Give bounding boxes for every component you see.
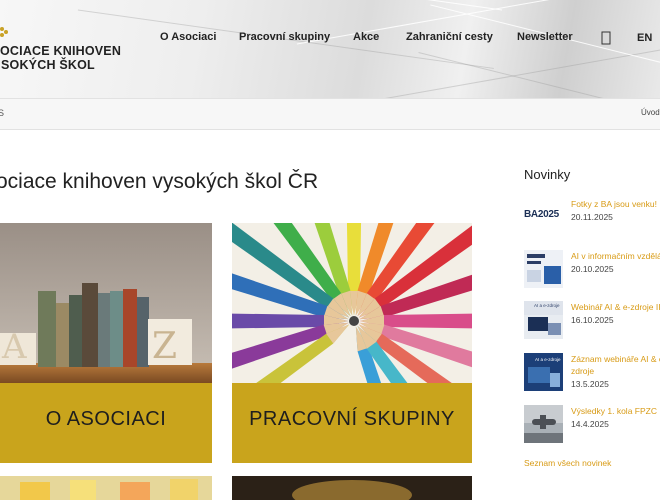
news-title[interactable]: Výsledky 1. kola FPZC bbox=[571, 405, 660, 417]
site-header: OCIACE KNIHOVEN SOKÝCH ŠKOL O Asociaci P… bbox=[0, 0, 660, 98]
tile-label-pracovni-skupiny: PRACOVNÍ SKUPINY bbox=[249, 408, 455, 430]
news-title[interactable]: Záznam webináře AI & e- bbox=[571, 353, 660, 365]
news-date: 13.5.2025 bbox=[571, 379, 609, 389]
news-thumb-ai-education bbox=[524, 250, 563, 288]
tile-partial-bottom-right[interactable] bbox=[232, 476, 472, 500]
news-title[interactable]: Fotky z BA jsou venku! bbox=[571, 198, 660, 210]
news-heading: Novinky bbox=[524, 167, 571, 182]
news-date: 14.4.2025 bbox=[571, 419, 609, 429]
news-item[interactable]: Výsledky 1. kola FPZC 14.4.2025 bbox=[524, 405, 660, 445]
nav-item-pracovni-skupiny[interactable]: Pracovní skupiny bbox=[239, 31, 330, 43]
site-logo[interactable]: OCIACE KNIHOVEN SOKÝCH ŠKOL bbox=[0, 44, 121, 72]
news-item[interactable]: AI a e-zdroje Webinář AI & e-zdroje III … bbox=[524, 301, 660, 341]
news-thumb-webinar: AI a e-zdroje bbox=[524, 301, 563, 339]
news-title[interactable]: AI v informačním vzdělávání bbox=[571, 250, 660, 262]
nav-item-o-asociaci[interactable]: O Asociaci bbox=[160, 31, 216, 43]
news-thumb-text: AI a e-zdroje bbox=[535, 357, 561, 362]
news-thumb-ba2025: BA2025 bbox=[524, 198, 563, 236]
tile-label-o-asociaci: O ASOCIACI bbox=[45, 408, 167, 430]
news-date: 20.10.2025 bbox=[571, 264, 614, 274]
main-nav: O Asociaci Pracovní skupiny Akce Zahrani… bbox=[0, 31, 660, 47]
search-icon[interactable] bbox=[601, 31, 611, 45]
news-title-line-2[interactable]: zdroje bbox=[571, 365, 660, 377]
news-date: 20.11.2025 bbox=[571, 212, 613, 222]
breadcrumb-bar: S Úvodní bbox=[0, 98, 660, 130]
breadcrumb-home-link[interactable]: Úvodní bbox=[641, 108, 660, 117]
nav-item-zahranicni-cesty[interactable]: Zahraniční cesty bbox=[406, 31, 493, 43]
tile-partial-bottom-left[interactable] bbox=[0, 476, 212, 500]
news-thumb-airport bbox=[524, 405, 563, 443]
tile-band: PRACOVNÍ SKUPINY bbox=[232, 383, 472, 463]
page-title: ociace knihoven vysokých škol ČR bbox=[0, 170, 319, 193]
tile-image-pencils bbox=[232, 223, 472, 383]
tile-band: O ASOCIACI bbox=[0, 383, 212, 463]
news-date: 16.10.2025 bbox=[571, 315, 614, 325]
svg-text:Z: Z bbox=[152, 326, 177, 367]
tile-image-books: A Z bbox=[0, 223, 212, 383]
news-title[interactable]: Webinář AI & e-zdroje III bbox=[571, 301, 660, 313]
svg-text:A: A bbox=[1, 327, 27, 367]
news-item[interactable]: AI v informačním vzdělávání 20.10.2025 bbox=[524, 250, 660, 290]
tile-pracovni-skupiny[interactable]: PRACOVNÍ SKUPINY bbox=[232, 223, 472, 463]
breadcrumb-left: S bbox=[0, 108, 5, 118]
nav-item-akce[interactable]: Akce bbox=[353, 31, 379, 43]
all-news-link[interactable]: Seznam všech novinek bbox=[524, 458, 611, 468]
news-thumb-text: BA2025 bbox=[524, 209, 559, 220]
tile-o-asociaci[interactable]: A Z O ASOCIACI bbox=[0, 223, 212, 463]
news-thumb-recording: AI a e-zdroje bbox=[524, 353, 563, 391]
news-item[interactable]: BA2025 Fotky z BA jsou venku! 20.11.2025 bbox=[524, 198, 660, 238]
news-thumb-text: AI a e-zdroje bbox=[534, 303, 560, 308]
language-switch[interactable]: EN bbox=[637, 32, 652, 44]
news-item[interactable]: AI a e-zdroje Záznam webináře AI & e- zd… bbox=[524, 353, 660, 397]
logo-line-2: SOKÝCH ŠKOL bbox=[1, 58, 95, 72]
nav-item-newsletter[interactable]: Newsletter bbox=[517, 31, 573, 43]
